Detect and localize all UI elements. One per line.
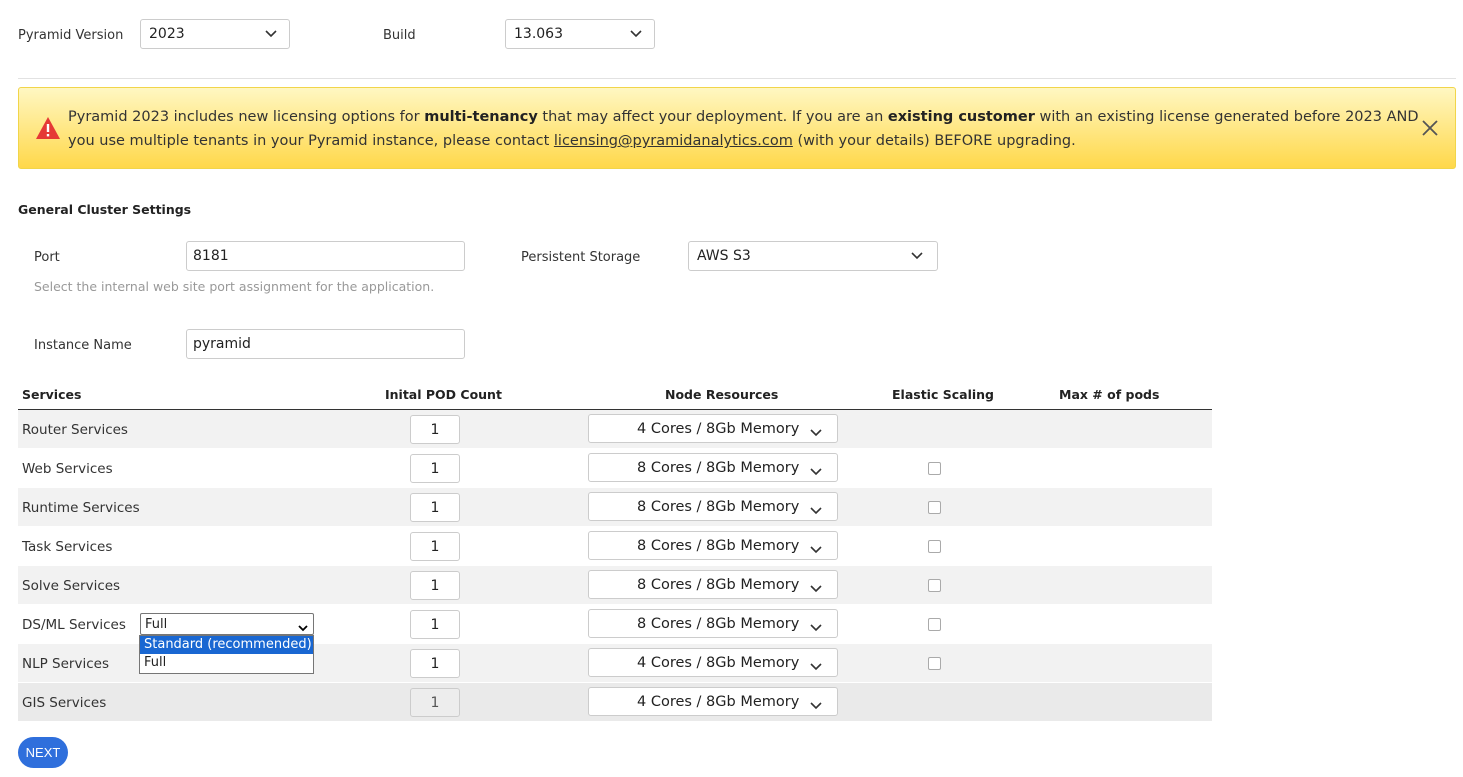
chevron-down-icon — [810, 503, 822, 515]
pod-count-input[interactable]: 1 — [410, 493, 460, 522]
header-pod-count: Inital POD Count — [385, 387, 502, 402]
elastic-scaling-checkbox[interactable] — [928, 618, 941, 631]
pod-count-input[interactable]: 1 — [410, 532, 460, 561]
chevron-down-icon — [265, 30, 277, 38]
table-row-router: Router Services 1 4 Cores / 8Gb Memory — [18, 410, 1212, 449]
build-select[interactable]: 13.063 — [505, 19, 655, 49]
pyramid-version-select[interactable]: 2023 — [140, 19, 290, 49]
alert-bold-multitenancy: multi-tenancy — [424, 109, 538, 125]
pod-count-input: 1 — [410, 688, 460, 717]
port-value: 8181 — [193, 248, 229, 264]
header-divider — [18, 78, 1456, 79]
warning-icon — [35, 116, 61, 140]
node-resources-select[interactable]: 4 Cores / 8Gb Memory — [588, 648, 838, 677]
persistent-storage-value: AWS S3 — [697, 248, 751, 264]
chevron-down-icon — [810, 698, 822, 710]
alert-bold-existing-customer: existing customer — [887, 109, 1035, 125]
node-resources-value: 4 Cores / 8Gb Memory — [637, 654, 800, 671]
elastic-scaling-checkbox[interactable] — [928, 540, 941, 553]
service-name: Router Services — [22, 422, 128, 438]
header-elastic-scaling: Elastic Scaling — [892, 387, 994, 402]
service-name: Task Services — [22, 539, 113, 555]
node-resources-value: 8 Cores / 8Gb Memory — [637, 498, 800, 515]
node-resources-select[interactable]: 8 Cores / 8Gb Memory — [588, 609, 838, 638]
header-max-pods: Max # of pods — [1059, 387, 1160, 402]
node-resources-select[interactable]: 8 Cores / 8Gb Memory — [588, 492, 838, 521]
node-resources-select[interactable]: 4 Cores / 8Gb Memory — [588, 414, 838, 443]
header-services: Services — [22, 387, 82, 402]
next-button[interactable]: NEXT — [18, 737, 68, 768]
node-resources-value: 4 Cores / 8Gb Memory — [637, 420, 800, 437]
pyramid-version-label: Pyramid Version — [18, 28, 124, 43]
elastic-scaling-checkbox[interactable] — [928, 579, 941, 592]
port-input[interactable]: 8181 — [186, 241, 465, 271]
pod-count-input[interactable]: 1 — [410, 610, 460, 639]
chevron-down-icon — [810, 581, 822, 593]
pod-count-input[interactable]: 1 — [410, 649, 460, 678]
persistent-storage-label: Persistent Storage — [521, 250, 641, 265]
chevron-down-icon — [810, 542, 822, 554]
instance-name-label: Instance Name — [34, 338, 132, 353]
table-row-solve: Solve Services 1 8 Cores / 8Gb Memory — [18, 566, 1212, 605]
build-value: 13.063 — [514, 26, 563, 42]
build-label: Build — [383, 28, 416, 43]
chevron-down-icon — [630, 30, 642, 38]
node-resources-value: 8 Cores / 8Gb Memory — [637, 576, 800, 593]
header-node-resources: Node Resources — [665, 387, 779, 402]
elastic-scaling-checkbox[interactable] — [928, 462, 941, 475]
table-row-task: Task Services 1 8 Cores / 8Gb Memory — [18, 527, 1212, 566]
dsml-mode-select[interactable]: Full — [140, 613, 314, 635]
persistent-storage-select[interactable]: AWS S3 — [688, 241, 938, 271]
chevron-down-icon — [810, 464, 822, 476]
table-row-runtime: Runtime Services 1 8 Cores / 8Gb Memory — [18, 488, 1212, 527]
service-name: Solve Services — [22, 578, 121, 594]
dropdown-option-standard[interactable]: Standard (recommended) — [140, 636, 313, 654]
table-row-gis: GIS Services 1 4 Cores / 8Gb Memory — [18, 683, 1212, 722]
licensing-alert: Pyramid 2023 includes new licensing opti… — [18, 87, 1456, 169]
elastic-scaling-checkbox[interactable] — [928, 657, 941, 670]
service-name: GIS Services — [22, 695, 107, 711]
node-resources-select[interactable]: 8 Cores / 8Gb Memory — [588, 570, 838, 599]
node-resources-value: 8 Cores / 8Gb Memory — [637, 459, 800, 476]
service-name: NLP Services — [22, 656, 109, 672]
pod-count-input[interactable]: 1 — [410, 571, 460, 600]
alert-message: Pyramid 2023 includes new licensing opti… — [68, 109, 1419, 149]
node-resources-select[interactable]: 8 Cores / 8Gb Memory — [588, 531, 838, 560]
node-resources-value: 4 Cores / 8Gb Memory — [637, 693, 800, 710]
chevron-down-icon — [810, 425, 822, 437]
section-title: General Cluster Settings — [18, 202, 192, 217]
node-resources-value: 8 Cores / 8Gb Memory — [637, 615, 800, 632]
dsml-mode-value: Full — [145, 616, 168, 632]
close-icon[interactable] — [1421, 119, 1439, 137]
pod-count-input[interactable]: 1 — [410, 454, 460, 483]
table-row-web: Web Services 1 8 Cores / 8Gb Memory — [18, 449, 1212, 488]
instance-name-value: pyramid — [193, 336, 251, 352]
node-resources-select[interactable]: 8 Cores / 8Gb Memory — [588, 453, 838, 482]
service-name: Runtime Services — [22, 500, 140, 516]
pod-count-input[interactable]: 1 — [410, 415, 460, 444]
node-resources-value: 8 Cores / 8Gb Memory — [637, 537, 800, 554]
dropdown-option-full[interactable]: Full — [140, 654, 313, 672]
node-resources-select[interactable]: 4 Cores / 8Gb Memory — [588, 687, 838, 716]
table-header: Services Inital POD Count Node Resources… — [18, 380, 1212, 410]
licensing-email-link[interactable]: licensing@pyramidanalytics.com — [554, 133, 793, 149]
port-label: Port — [34, 250, 60, 265]
chevron-down-icon — [810, 659, 822, 671]
service-name: DS/ML Services — [22, 617, 126, 633]
chevron-down-icon — [911, 252, 923, 260]
pyramid-version-value: 2023 — [149, 26, 185, 42]
chevron-down-icon — [298, 621, 308, 636]
chevron-down-icon — [810, 620, 822, 632]
port-hint: Select the internal web site port assign… — [34, 279, 435, 294]
elastic-scaling-checkbox[interactable] — [928, 501, 941, 514]
instance-name-input[interactable]: pyramid — [186, 329, 465, 359]
dsml-mode-dropdown: Standard (recommended) Full — [139, 635, 314, 674]
service-name: Web Services — [22, 461, 113, 477]
